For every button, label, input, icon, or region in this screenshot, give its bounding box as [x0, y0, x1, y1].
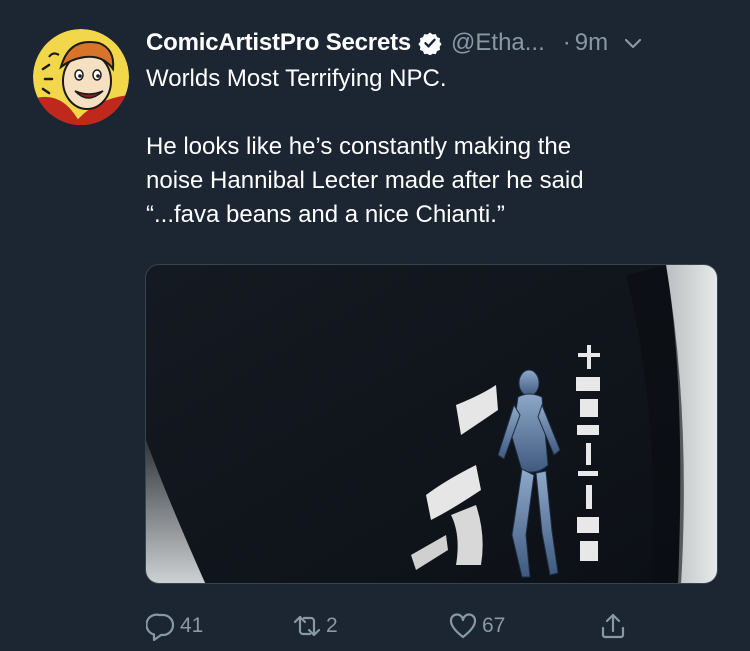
handle[interactable]: @Etha... [451, 29, 545, 57]
share-button[interactable] [598, 608, 628, 644]
display-name[interactable]: ComicArtistPro Secrets [146, 29, 411, 57]
separator-dot: · [562, 29, 571, 56]
tweet-media-photo[interactable] [145, 264, 718, 584]
verified-badge-icon [418, 31, 442, 56]
tweet-header: ComicArtistPro Secrets @Etha... · 9m [146, 26, 736, 60]
tweet-text: Worlds Most Terrifying NPC. He looks lik… [146, 62, 736, 232]
retweet-button[interactable]: 2 [292, 608, 338, 644]
retweet-icon [292, 611, 322, 641]
reply-count: 41 [180, 614, 204, 637]
retweet-count: 2 [326, 614, 338, 637]
tweet-text-line: He looks like he’s constantly making the [146, 133, 572, 160]
like-button[interactable]: 67 [448, 608, 505, 644]
tweet-actions: 41 2 67 [146, 608, 646, 644]
timestamp[interactable]: 9m [575, 29, 608, 57]
like-count: 67 [482, 614, 506, 637]
heart-icon [448, 611, 478, 641]
tweet-text-line: Worlds Most Terrifying NPC. [146, 65, 447, 92]
reply-bubble-icon [146, 611, 176, 641]
avatar[interactable] [33, 29, 129, 125]
avatar-image [33, 29, 129, 125]
reply-button[interactable]: 41 [146, 608, 203, 644]
tweet-text-line: noise Hannibal Lecter made after he said [146, 167, 584, 194]
photo-image [146, 265, 717, 583]
share-icon [598, 611, 628, 641]
chevron-down-icon[interactable] [622, 32, 644, 54]
tweet-text-line: “...fava beans and a nice Chianti.” [146, 201, 505, 228]
tweet[interactable]: ComicArtistPro Secrets @Etha... · 9m Wor… [0, 0, 750, 651]
